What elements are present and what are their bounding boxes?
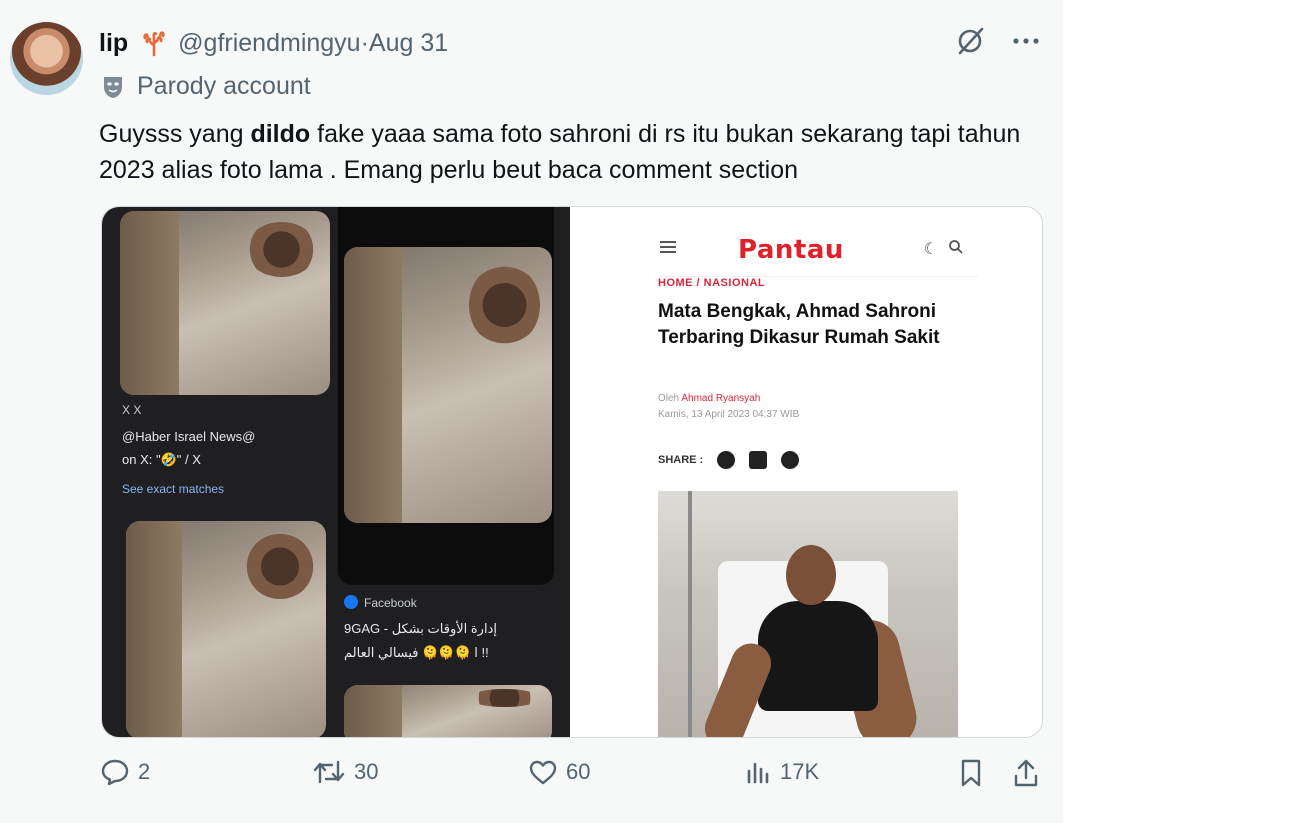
handle[interactable]: @gfriendmingyu [178,29,360,58]
tweet-date[interactable]: Aug 31 [369,29,448,58]
share-row: SHARE : [658,451,800,469]
whatsapp-icon [717,451,736,469]
article-title: Mata Bengkak, Ahmad Sahroni Terbaring Di… [658,301,940,348]
bookmark-icon [961,759,981,787]
search-results-screenshot: X X @Haber Israel News@ on X: "🤣" / X Se… [102,207,570,737]
hospital-photo [658,491,958,737]
views-button[interactable]: 17K [744,758,819,786]
heart-icon [529,760,557,785]
display-name[interactable]: lip [99,29,128,58]
x-share-icon [749,451,768,469]
byline-prefix: Oleh [658,393,682,404]
separator: · [360,28,369,57]
parody-text: Parody account [137,72,311,100]
photo-head [786,545,836,605]
tweet-text-bold: dildo [250,120,311,148]
reply-icon [101,759,129,786]
fb-result-line2: ا 🫠🫠🫠 فيسالي العالم !! [344,645,489,660]
repost-button[interactable]: 30 [312,758,378,786]
repost-icon [313,760,345,784]
bookmark-button[interactable] [958,758,992,788]
moon-icon: ☾ [923,241,938,258]
rubble-photo-3 [126,521,326,737]
fb-result-line1: 9GAG - إدارة الأوقات بشكل [344,621,497,636]
see-exact-matches-link: See exact matches [122,482,225,496]
search-icon [949,240,963,254]
mask-icon [104,76,122,98]
site-header-icons: ☾ [924,239,964,259]
result-title-line1: @Haber Israel News@ [122,429,256,444]
article-breadcrumb: HOME / NASIONAL [658,277,766,289]
grok-icon[interactable] [955,26,985,56]
iv-pole [688,491,692,737]
like-button[interactable]: 60 [528,758,590,786]
tweet-text-pre: Guysss yang [99,120,251,148]
share-label: SHARE : [658,454,704,466]
article-author: Ahmad Ryansyah [681,393,761,404]
rubble-photo-4 [344,685,552,737]
more-options-icon[interactable] [1011,36,1041,46]
like-count: 60 [566,759,591,784]
views-chart-icon [747,762,769,784]
site-logo: Pantau [738,235,844,265]
coral-badge-icon [143,31,165,57]
share-button[interactable] [1012,758,1048,788]
reply-button[interactable]: 2 [100,758,150,786]
repost-count: 30 [354,759,379,784]
news-site-header: Pantau ☾ [660,233,978,277]
tweet-top-actions [955,26,1041,56]
tweet-header: lip @gfriendmingyu · Aug 31 [99,26,448,60]
avatar[interactable] [10,22,83,95]
reply-count: 2 [138,759,151,784]
result-source-x: X X [122,403,142,417]
facebook-source: Facebook [344,595,417,610]
result-title-line2: on X: "🤣" / X [122,452,201,467]
article-date: Kamis, 13 April 2023 04:37 WIB [658,409,800,420]
tweet-media[interactable]: X X @Haber Israel News@ on X: "🤣" / X Se… [101,206,1043,738]
views-count: 17K [780,759,820,784]
rubble-photo-1 [120,211,330,395]
facebook-icon [344,595,358,609]
hamburger-menu-icon [660,241,676,253]
facebook-label: Facebook [364,596,417,610]
facebook-share-icon [781,451,800,469]
tweet-card[interactable]: lip @gfriendmingyu · Aug 31 Parody accou… [0,0,1063,823]
photo-person [758,601,878,711]
news-article-screenshot: Pantau ☾ HOME / NASIONAL Mata Bengkak, A… [570,207,1042,737]
tweet-actions: 2 30 60 17K [100,758,1044,798]
rubble-photo-2 [344,247,552,523]
article-byline: Oleh Ahmad Ryansyah [658,393,760,404]
tweet-text: Guysss yang dildo fake yaaa sama foto sa… [99,116,1039,188]
parody-label: Parody account [101,72,311,101]
share-icon [1014,759,1038,787]
